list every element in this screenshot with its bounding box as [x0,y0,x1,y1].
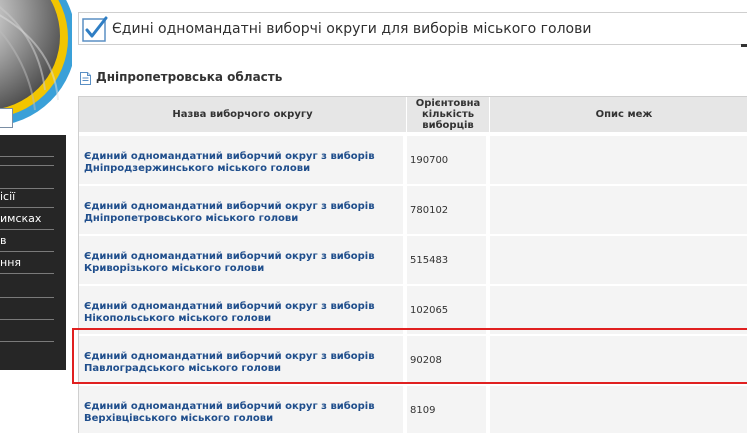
menu-item[interactable]: в [0,230,54,252]
cell-name: Єдиний одномандатний виборчий округ з ви… [79,186,405,234]
cell-description [490,336,747,384]
page-title: Єдині одномандатні виборчі округи для ви… [112,21,592,37]
cell-name: Єдиний одномандатний виборчий округ з ви… [79,286,405,334]
column-header-description: Опис меж [490,97,747,134]
district-link-line: Криворізького міського голови [84,263,265,274]
menu-item[interactable]: ння [0,252,54,274]
cell-description [490,186,747,234]
voter-count: 8109 [410,405,436,416]
cell-count: 780102 [407,186,488,234]
cell-description [490,136,747,184]
column-header-name: Назва виборчого округу [79,97,407,134]
cell-count: 102065 [407,286,488,334]
side-menu: ісії имсках в ння [0,135,66,370]
cell-description [490,286,747,334]
scroll-marker [741,44,747,47]
districts-table: Назва виборчого округу Орієнтовна кількі… [78,96,747,433]
column-header-name-label: Назва виборчого округу [172,109,313,120]
district-link-line: Верхівцівського міського голови [84,413,274,424]
document-icon [80,72,91,85]
cell-name: Єдиний одномандатний виборчий округ з ви… [79,386,405,433]
menu-item[interactable] [0,144,54,166]
district-link[interactable]: Єдиний одномандатний виборчий округ з ви… [84,251,402,275]
district-link-line: Єдиний одномандатний виборчий округ з ви… [84,301,375,312]
cell-count: 190700 [407,136,488,184]
column-header-count: Орієнтовна кількість виборців [407,97,490,134]
menu-item-label: ння [0,256,22,269]
district-link[interactable]: Єдиний одномандатний виборчий округ з ви… [84,351,402,375]
district-link-line: Єдиний одномандатний виборчий округ з ви… [84,401,375,412]
menu-item[interactable]: ісії [0,186,54,208]
menu-item[interactable]: имсках [0,208,54,230]
district-link[interactable]: Єдиний одномандатний виборчий округ з ви… [84,301,402,325]
voter-count: 102065 [410,305,449,316]
column-header-count-line: Орієнтовна [415,98,481,109]
table-row: Єдиний одномандатний виборчий округ з ви… [79,286,747,336]
column-header-count-line: виборців [422,120,474,131]
district-link-line: Нікопольського міського голови [84,313,272,324]
district-link-line: Єдиний одномандатний виборчий округ з ви… [84,151,375,162]
table-row: Єдиний одномандатний виборчий округ з ви… [79,186,747,236]
cell-count: 515483 [407,236,488,284]
table-row: Єдиний одномандатний виборчий округ з ви… [79,336,747,386]
cell-count: 90208 [407,336,488,384]
cell-description [490,236,747,284]
menu-item-label: в [0,234,7,247]
voter-count: 90208 [410,355,442,366]
district-link[interactable]: Єдиний одномандатний виборчий округ з ви… [84,401,402,425]
cell-name: Єдиний одномандатний виборчий округ з ви… [79,236,405,284]
menu-item[interactable] [0,320,54,342]
district-link[interactable]: Єдиний одномандатний виборчий округ з ви… [84,201,402,225]
menu-item-label: ісії [0,190,16,203]
column-header-description-label: Опис меж [595,109,653,120]
menu-item[interactable] [0,298,54,320]
district-link-line: Єдиний одномандатний виборчий округ з ви… [84,251,375,262]
cell-description [490,386,747,433]
site-logo [0,0,72,135]
cell-name: Єдиний одномандатний виборчий округ з ви… [79,136,405,184]
district-link[interactable]: Єдиний одномандатний виборчий округ з ви… [84,151,402,175]
page-title-bar: Єдині одномандатні виборчі округи для ви… [78,12,747,45]
district-link-line: Єдиний одномандатний виборчий округ з ви… [84,351,375,362]
voter-count: 190700 [410,155,449,166]
district-link-line: Єдиний одномандатний виборчий округ з ви… [84,201,375,212]
district-link-line: Дніпропетровського міського голови [84,213,299,224]
region-heading: Дніпропетровська область [96,70,283,84]
table-row: Єдиний одномандатний виборчий округ з ви… [79,236,747,286]
table-row: Єдиний одномандатний виборчий округ з ви… [79,386,747,433]
menu-item[interactable] [0,276,54,298]
menu-item-label: имсках [0,212,42,225]
checkbox-icon [82,16,108,42]
sidebar: ісії имсках в ння [0,0,72,433]
district-link-line: Дніпродзержинського міського голови [84,163,311,174]
district-link-line: Павлоградського міського голови [84,363,282,374]
column-header-count-line: кількість [421,109,475,120]
cell-name: Єдиний одномандатний виборчий округ з ви… [79,336,405,384]
search-input[interactable] [0,108,13,128]
table-row: Єдиний одномандатний виборчий округ з ви… [79,136,747,186]
voter-count: 780102 [410,205,449,216]
voter-count: 515483 [410,255,449,266]
cell-count: 8109 [407,386,488,433]
